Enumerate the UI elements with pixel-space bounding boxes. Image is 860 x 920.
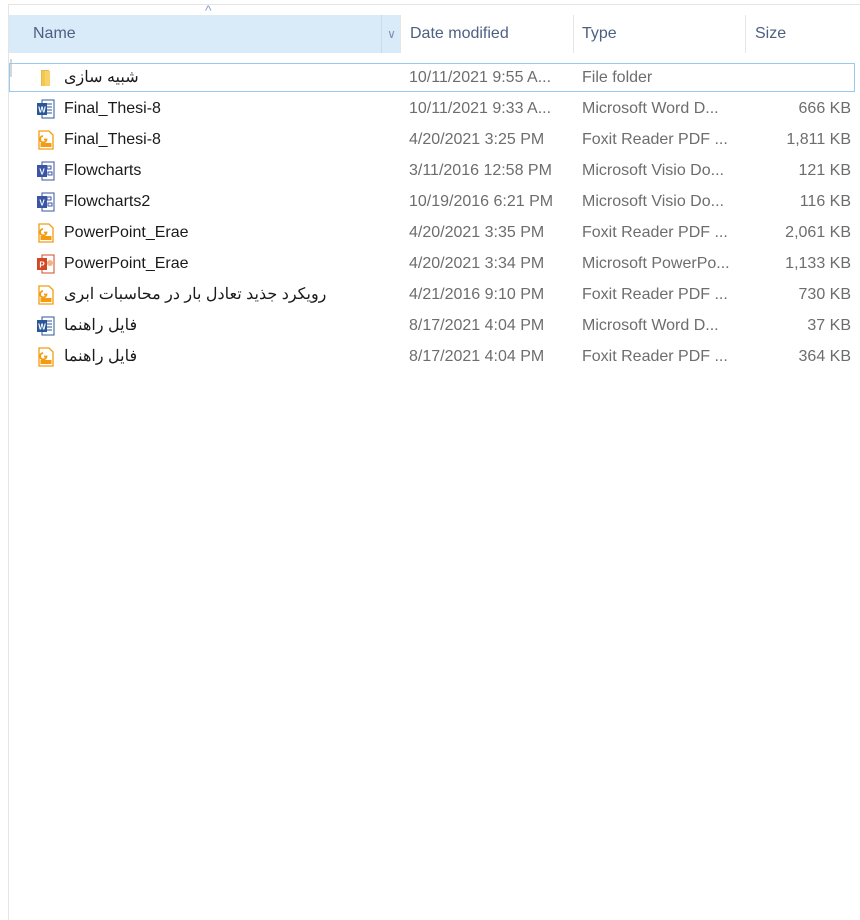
file-size: 666 KB xyxy=(798,100,851,117)
pdf-icon xyxy=(36,347,56,367)
file-type: Microsoft PowerPo... xyxy=(582,255,730,272)
file-type: Foxit Reader PDF ... xyxy=(582,131,728,148)
word-icon: W xyxy=(36,99,56,119)
file-name: PowerPoint_Erae xyxy=(64,224,189,241)
svg-text:V: V xyxy=(39,199,45,208)
file-name: Final_Thesi-8 xyxy=(64,131,161,148)
file-date-modified: 10/11/2021 9:33 A... xyxy=(409,100,552,117)
file-date-modified: 4/20/2021 3:35 PM xyxy=(409,224,545,241)
file-type: Foxit Reader PDF ... xyxy=(582,224,728,241)
file-date-modified: 8/17/2021 4:04 PM xyxy=(409,348,545,365)
file-size: 1,133 KB xyxy=(785,255,851,272)
file-size: 2,061 KB xyxy=(785,224,851,241)
column-header-size-label: Size xyxy=(755,25,787,42)
column-header-name[interactable]: Name ^ ∨ xyxy=(9,3,401,53)
svg-text:P: P xyxy=(39,261,45,270)
file-type: Foxit Reader PDF ... xyxy=(582,348,728,365)
file-row[interactable]: V Flowcharts2 10/19/2016 6:21 PM Microsoft … xyxy=(9,186,860,217)
column-header-date-modified[interactable]: Date modified xyxy=(400,15,573,53)
file-name: فایل راهنما xyxy=(64,348,138,365)
file-name: Flowcharts2 xyxy=(64,193,151,210)
folder-icon xyxy=(36,68,56,88)
pdf-icon xyxy=(36,285,56,305)
file-type: Foxit Reader PDF ... xyxy=(582,286,728,303)
chevron-down-icon[interactable]: ∨ xyxy=(381,15,401,53)
file-type: File folder xyxy=(582,69,653,86)
pdf-icon xyxy=(36,223,56,243)
file-list: شبیه سازی 10/11/2021 9:55 A... File folder… xyxy=(9,62,860,372)
file-row[interactable]: V Flowcharts 3/11/2016 12:58 PM Microsoft V… xyxy=(9,155,860,186)
column-header-row: Name ^ ∨ Date modified Type Size xyxy=(9,3,860,53)
file-row[interactable]: PowerPoint_Erae 4/20/2021 3:35 PM Foxit Re… xyxy=(9,217,860,248)
file-date-modified: 10/11/2021 9:55 A... xyxy=(409,69,552,86)
word-icon: W xyxy=(36,316,56,336)
svg-text:W: W xyxy=(38,106,46,115)
file-date-modified: 8/17/2021 4:04 PM xyxy=(409,317,545,334)
visio-icon: V xyxy=(36,161,56,181)
column-header-type[interactable]: Type xyxy=(573,15,745,53)
file-size: 364 KB xyxy=(798,348,851,365)
file-type: Microsoft Word D... xyxy=(582,317,719,334)
file-date-modified: 4/21/2016 9:10 PM xyxy=(409,286,545,303)
file-row[interactable]: P PowerPoint_Erae 4/20/2021 3:34 PM Microso… xyxy=(9,248,860,279)
column-header-type-label: Type xyxy=(582,25,617,42)
column-header-name-label: Name xyxy=(33,25,76,42)
file-name: شبیه سازی xyxy=(64,69,139,86)
svg-text:W: W xyxy=(38,323,46,332)
sort-ascending-icon: ^ xyxy=(205,2,212,18)
file-size: 730 KB xyxy=(798,286,851,303)
file-row[interactable]: فایل راهنما 8/17/2021 4:04 PM Foxit Reader… xyxy=(9,341,860,372)
file-date-modified: 4/20/2021 3:25 PM xyxy=(409,131,545,148)
file-name: فایل راهنما xyxy=(64,317,138,334)
svg-text:V: V xyxy=(39,168,45,177)
column-header-size[interactable]: Size xyxy=(745,15,860,53)
file-row[interactable]: W فایل راهنما 8/17/2021 4:04 PM Microsoft W… xyxy=(9,310,860,341)
file-row[interactable]: رویکرد جذید تعادل بار در محاسبات ابری 4/2… xyxy=(9,279,860,310)
file-name: Final_Thesi-8 xyxy=(64,100,161,117)
file-row[interactable]: W Final_Thesi-8 10/11/2021 9:33 A... Micros… xyxy=(9,93,860,124)
column-header-date-label: Date modified xyxy=(410,25,509,42)
file-list-pane: Name ^ ∨ Date modified Type Size شبیه سا… xyxy=(8,3,860,920)
file-size: 121 KB xyxy=(798,162,851,179)
file-name: Flowcharts xyxy=(64,162,142,179)
file-row[interactable]: شبیه سازی 10/11/2021 9:55 A... File folder xyxy=(9,63,855,92)
file-type: Microsoft Visio Do... xyxy=(582,162,724,179)
file-row[interactable]: Final_Thesi-8 4/20/2021 3:25 PM Foxit Read… xyxy=(9,124,860,155)
file-name: رویکرد جذید تعادل بار در محاسبات ابری xyxy=(64,286,327,303)
pdf-icon xyxy=(36,130,56,150)
file-date-modified: 4/20/2021 3:34 PM xyxy=(409,255,545,272)
powerpoint-icon: P xyxy=(36,254,56,274)
file-size: 1,811 KB xyxy=(786,131,851,148)
file-date-modified: 3/11/2016 12:58 PM xyxy=(409,162,552,179)
file-size: 37 KB xyxy=(807,317,851,334)
file-size: 116 KB xyxy=(799,193,851,210)
file-date-modified: 10/19/2016 6:21 PM xyxy=(409,193,554,210)
file-type: Microsoft Visio Do... xyxy=(582,193,724,210)
file-type: Microsoft Word D... xyxy=(582,100,719,117)
file-name: PowerPoint_Erae xyxy=(64,255,189,272)
visio-icon: V xyxy=(36,192,56,212)
